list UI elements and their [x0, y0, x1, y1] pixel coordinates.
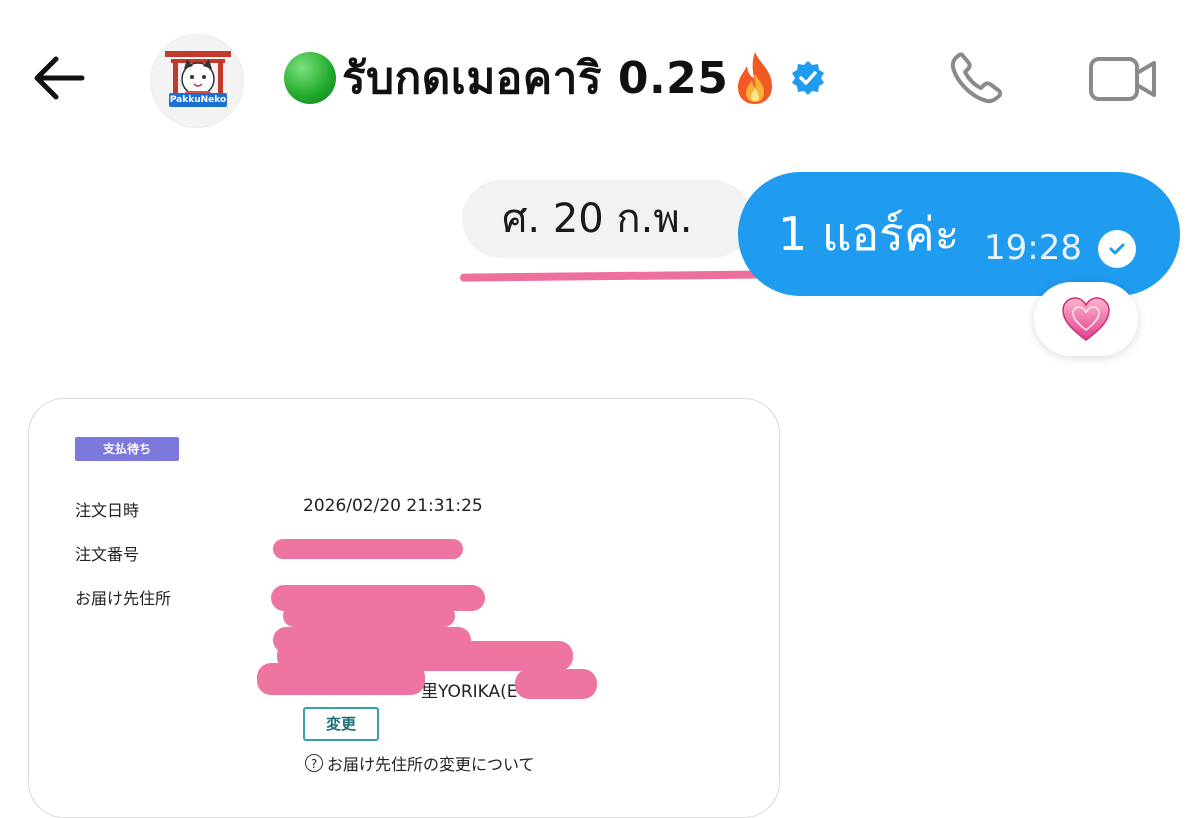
fire-icon [738, 52, 773, 104]
address-partial-text: 里YORIKA(E [421, 682, 518, 702]
message-text: 1 แอร์ค่ะ [778, 207, 960, 261]
date-separator: ศ. 20 ก.พ. [462, 180, 752, 258]
avatar-label: PakkuNeko [169, 93, 227, 107]
read-check-icon [1098, 230, 1136, 268]
video-camera-icon [1089, 57, 1156, 101]
message-reaction[interactable] [1034, 282, 1138, 356]
chat-header-title[interactable]: รับกดเมอคาริ 0.25 [284, 46, 826, 110]
change-address-button[interactable]: 変更 [303, 707, 379, 741]
address-label: お届け先住所 [75, 589, 172, 608]
order-number-label: 注文番号 [75, 545, 140, 564]
green-circle-icon [284, 52, 336, 104]
verified-badge-icon [792, 61, 825, 95]
redaction-scribble [257, 663, 425, 695]
video-call-button[interactable] [1088, 54, 1158, 104]
redaction-scribble [283, 605, 455, 627]
order-date-label: 注文日時 [75, 501, 140, 520]
avatar[interactable]: PakkuNeko [150, 34, 244, 128]
cat-shrine-logo-icon [165, 51, 231, 105]
highlight-underline [459, 270, 777, 282]
pink-heart-icon [1062, 297, 1110, 341]
chat-title: รับกดเมอคาริ 0.25 [342, 53, 729, 104]
message-time: 19:28 [984, 228, 1082, 268]
question-circle-icon: ? [305, 754, 323, 772]
voice-call-button[interactable] [946, 50, 1008, 108]
outgoing-message-bubble[interactable]: 1 แอร์ค่ะ 19:28 [738, 172, 1180, 296]
phone-icon [950, 52, 1003, 104]
status-badge: 支払待ち [75, 437, 179, 461]
redaction-scribble [273, 539, 463, 559]
address-change-help-link[interactable]: ? お届け先住所の変更について [305, 751, 535, 775]
help-text: お届け先住所の変更について [327, 755, 535, 774]
order-screenshot-card[interactable]: 支払待ち 注文日時 2026/02/20 21:31:25 注文番号 お届け先住… [28, 398, 780, 818]
back-button[interactable] [30, 52, 90, 104]
order-date-value: 2026/02/20 21:31:25 [303, 496, 483, 516]
arrow-left-icon [34, 56, 85, 100]
redaction-scribble [515, 669, 597, 699]
